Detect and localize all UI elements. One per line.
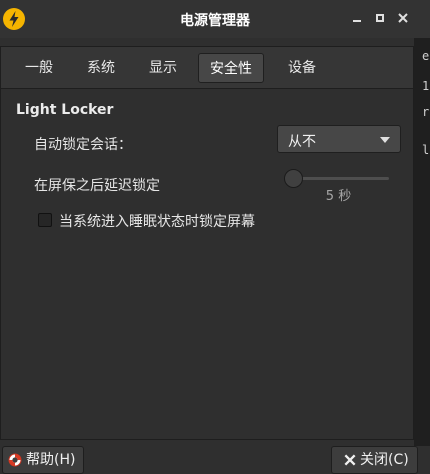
edge-char: 1 [422, 79, 430, 93]
minimize-icon [353, 20, 361, 22]
edge-char: e [422, 49, 430, 63]
tab-bar: 一般 系统 显示 安全性 设备 [1, 47, 413, 89]
close-x-icon [344, 454, 356, 466]
tab-display[interactable]: 显示 [138, 53, 188, 83]
auto-lock-dropdown[interactable]: 从不 [277, 125, 401, 153]
chevron-down-icon [380, 137, 390, 143]
auto-lock-selected-value: 从不 [288, 134, 316, 150]
tab-security[interactable]: 安全性 [198, 53, 264, 83]
minimize-button[interactable] [350, 11, 364, 25]
help-button-label: 帮助(H) [26, 452, 76, 468]
window-title: 电源管理器 [180, 13, 250, 29]
lock-on-sleep-label[interactable]: 当系统进入睡眠状态时锁定屏幕 [59, 211, 255, 231]
lock-on-sleep-checkbox[interactable] [38, 213, 52, 227]
settings-notebook: 一般 系统 显示 安全性 设备 Light Locker 自动锁定会话： 从不 … [0, 46, 414, 440]
lifebuoy-icon [8, 453, 22, 467]
lock-delay-label: 在屏保之后延迟锁定 [34, 178, 160, 194]
close-icon [398, 13, 408, 23]
background-window-edge: d e 1 r l [414, 38, 430, 446]
power-manager-window: 电源管理器 d e 1 r l 一般 系统 显示 安全性 设备 Light Lo… [0, 0, 430, 474]
close-button-label: 关闭(C) [360, 452, 409, 468]
help-button[interactable]: 帮助(H) [2, 446, 84, 474]
close-button[interactable]: 关闭(C) [331, 446, 418, 474]
tab-general[interactable]: 一般 [14, 53, 64, 83]
lock-delay-value: 5 秒 [325, 189, 352, 204]
section-title-light-locker: Light Locker [16, 102, 114, 118]
title-bar[interactable]: 电源管理器 [0, 0, 430, 38]
close-window-button[interactable] [396, 11, 410, 25]
edge-char: l [422, 143, 430, 157]
lock-delay-slider[interactable] [288, 177, 389, 180]
maximize-button[interactable] [373, 11, 387, 25]
tab-system[interactable]: 系统 [76, 53, 126, 83]
auto-lock-label: 自动锁定会话： [34, 137, 132, 153]
edge-char: r [422, 105, 430, 119]
maximize-icon [376, 14, 384, 22]
tab-devices[interactable]: 设备 [277, 53, 327, 83]
